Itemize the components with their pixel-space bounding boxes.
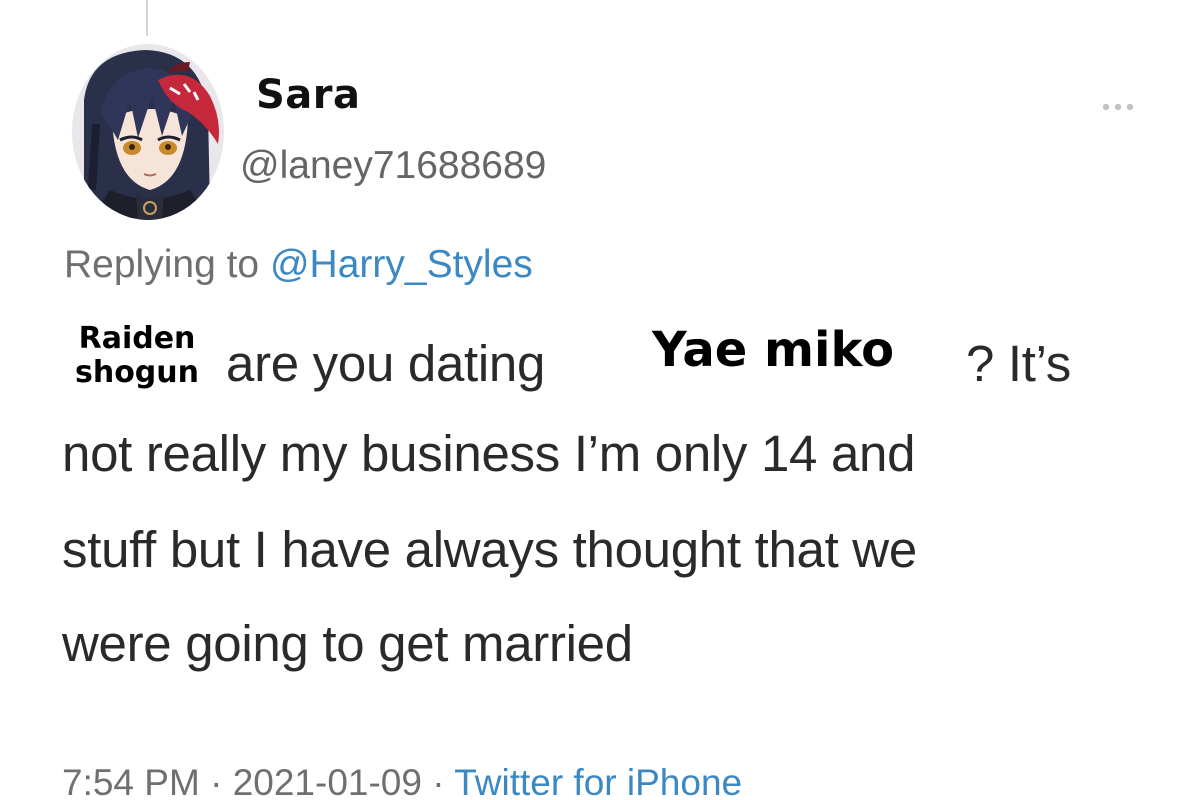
thread-connector-line [146, 0, 148, 36]
tweet-date[interactable]: 2021-01-09 [233, 762, 422, 800]
tweet-text-line-2: not really my business I’m only 14 and [62, 425, 916, 482]
more-options-icon[interactable] [1098, 100, 1138, 114]
tweet-text-line-1-start: are you dating [226, 335, 546, 392]
replying-to-mention-link[interactable]: @Harry_Styles [270, 243, 533, 286]
meta-separator: · [210, 762, 223, 800]
overlay-label-left: Raiden shogun [74, 321, 199, 390]
tweet-metadata: 7:54 PM · 2021-01-09 · Twitter for iPhon… [62, 762, 742, 800]
user-handle[interactable]: @laney71688689 [240, 144, 546, 188]
replying-to-prefix: Replying to [64, 243, 260, 286]
overlay-label-middle: Yae miko [652, 322, 895, 378]
tweet-text-line-4: were going to get married [62, 615, 633, 672]
display-name[interactable]: Sara [256, 72, 361, 118]
tweet-text-line-3: stuff but I have always thought that we [62, 521, 917, 578]
tweet-source-link[interactable]: Twitter for iPhone [454, 762, 742, 800]
replying-to-line: Replying to @Harry_Styles [64, 243, 533, 287]
tweet-text-line-1-end: ? It’s [966, 335, 1071, 392]
tweet-time[interactable]: 7:54 PM [62, 762, 200, 800]
meta-separator: · [432, 762, 445, 800]
user-avatar[interactable] [70, 40, 230, 220]
